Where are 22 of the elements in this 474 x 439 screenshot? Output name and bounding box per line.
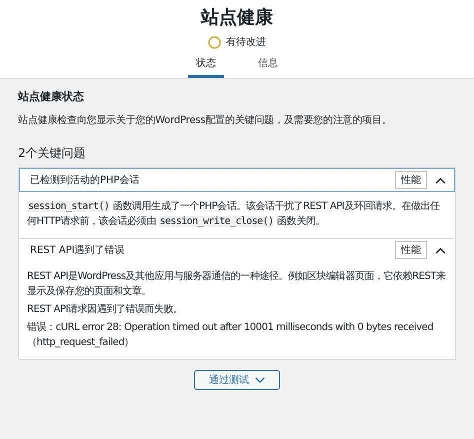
status-ring-icon [208,36,221,48]
page-title: 站点健康 [201,6,273,30]
status-label: 有待改进 [226,36,266,49]
issues-heading: 2个关键问题 [18,145,87,162]
chevron-icon[interactable] [435,246,446,254]
section-heading: 站点健康状态 [18,89,85,104]
issue-category-tag: 性能 [395,241,427,259]
chevron-down-icon [255,376,265,384]
section-description: 站点健康检查向您显示关于您的WordPress配置的关键问题，及需要您的注意的项目。 [18,114,393,127]
issue-title: REST API遇到了错误 [30,244,126,257]
issue-text: REST API是WordPress及其他应用与服务器通信的一种途径。例如区块编辑器页面，它依赖REST来显示及保存您的页面和文章。 [27,270,447,299]
issue-text: 错误：cURL error 28: Operation timed out after 10001 milliseconds with 0 bytes received（http_request_failed） [27,321,434,350]
issue-text: REST API请求因遇到了错误而失败。 [27,302,184,317]
issue-header[interactable]: REST API遇到了错误 性能 [19,238,455,262]
tab[interactable]: 信息 [250,51,286,78]
issue-text: session_start() 函数调用生成了一个PHP会话。该会话干扰了REST API及环回请求。在做出任何HTTP请求前，该会话必须由 session_write_close() 函数关闭。 [27,200,441,229]
chevron-icon[interactable] [435,176,446,184]
tab[interactable]: 状态 [188,51,224,78]
issue-title: 已检测到活动的PHP会话 [30,174,141,187]
passed-tests-button[interactable]: 通过测试 [194,370,280,390]
issue-category-tag: 性能 [395,171,427,189]
issue-header[interactable]: 已检测到活动的PHP会话 性能 [19,168,455,192]
